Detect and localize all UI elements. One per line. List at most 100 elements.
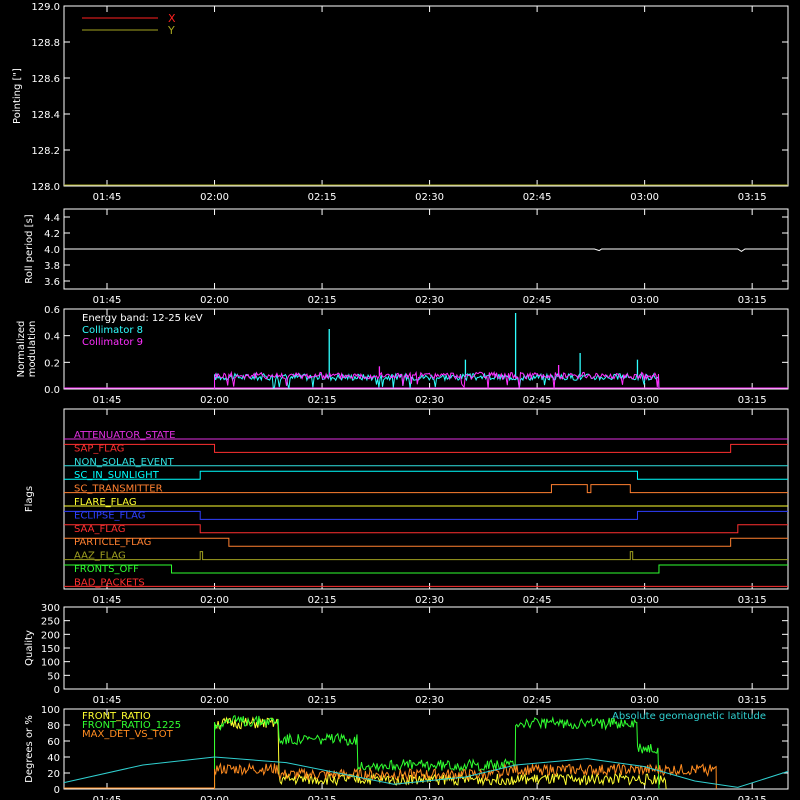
x-tick-label: 03:00 (630, 192, 659, 203)
flag-label: FLARE_FLAG (74, 497, 137, 508)
x-tick-label: 03:15 (738, 192, 767, 203)
y-tick-label: 129.0 (31, 2, 60, 13)
flag-line (64, 564, 788, 574)
flag-line (64, 551, 788, 561)
flag-line (64, 443, 788, 453)
y-tick-label: 0.4 (44, 332, 60, 343)
y-tick-label: 50 (47, 671, 60, 682)
roll-period-line (64, 248, 788, 253)
panel-modulation: 01:45 02:00 02:15 02:30 02:45 03:00 03:15 0.0 0.… (16, 305, 789, 406)
flag-line (64, 470, 788, 480)
y-tick-label: 4.4 (44, 213, 60, 224)
flag-label: ATTENUATOR_STATE (74, 430, 175, 441)
flag-label: SAA_FLAG (74, 524, 125, 535)
y-tick-label: 20 (47, 769, 60, 780)
y-tick-label: 250 (41, 617, 60, 628)
legend-label: Y (167, 24, 175, 37)
y-tick-label: 0.0 (44, 385, 60, 396)
x-tick-label: 02:00 (200, 395, 229, 406)
x-tick-label: 03:15 (738, 595, 767, 606)
x-tick-label: 02:45 (523, 695, 552, 706)
flag-label: FRONTS_OFF (74, 564, 139, 575)
panel-pointing: 01:45 02:00 02:15 02:30 02:45 03:00 03:15 128.0… (12, 2, 789, 203)
y-tick-label: 128.4 (31, 110, 60, 121)
y-tick-label: 128.6 (31, 74, 60, 85)
energy-band-label: Energy band: 12-25 keV (82, 313, 203, 324)
x-tick-label: 02:15 (308, 595, 337, 606)
y-tick-label: 200 (41, 630, 60, 641)
x-tick-label: 02:30 (415, 695, 444, 706)
x-tick-label: 02:15 (308, 795, 337, 800)
y-tick-label: 3.6 (44, 277, 60, 288)
x-tick-label: 01:45 (93, 295, 122, 306)
y-tick-label: 0.2 (44, 358, 60, 369)
flag-label: SC_IN_SUNLIGHT (74, 470, 160, 481)
y-tick-label: 60 (47, 737, 60, 748)
x-tick-label: 02:30 (415, 295, 444, 306)
x-tick-label: 02:30 (415, 595, 444, 606)
y-tick-label: 128.2 (31, 146, 60, 157)
y-axis-label: Normalized (16, 321, 27, 378)
y-tick-label: 100 (41, 658, 60, 669)
x-tick-label: 02:45 (523, 795, 552, 800)
telemetry-chart: 01:45 02:00 02:15 02:30 02:45 03:00 03:15 128.0… (12, 2, 789, 800)
x-tick-label: 03:15 (738, 695, 767, 706)
x-tick-label: 02:15 (308, 295, 337, 306)
y-axis-label: Pointing ["] (12, 68, 23, 124)
flag-label: BAD_PACKETS (74, 577, 145, 588)
x-tick-label: 02:00 (200, 795, 229, 800)
y-tick-label: 0 (54, 685, 60, 696)
x-tick-label: 03:00 (630, 795, 659, 800)
y-tick-label: 128.0 (31, 182, 60, 193)
x-tick-label: 01:45 (93, 395, 122, 406)
x-tick-label: 03:15 (738, 295, 767, 306)
x-tick-label: 02:30 (415, 192, 444, 203)
panel-flags: 01:45 02:00 02:15 02:30 02:45 03:00 03:15 Flags… (24, 408, 789, 606)
y-axis-label: Degrees or % (24, 715, 35, 783)
x-tick-label: 01:45 (93, 192, 122, 203)
y-tick-label: 4.0 (44, 245, 60, 256)
x-tick-label: 02:00 (200, 595, 229, 606)
y-tick-label: 0 (54, 785, 60, 796)
flag-label: PARTICLE_FLAG (74, 537, 151, 548)
panel-ratios: 01:45 02:00 02:15 02:30 02:45 03:00 03:15 0 20 40… (24, 705, 789, 800)
x-tick-label: 01:45 (93, 695, 122, 706)
x-tick-label: 02:30 (415, 395, 444, 406)
x-tick-label: 03:00 (630, 595, 659, 606)
flag-line (64, 537, 788, 547)
x-tick-label: 02:45 (523, 395, 552, 406)
x-tick-label: 03:00 (630, 695, 659, 706)
flag-label: AAZ_FLAG (74, 551, 126, 562)
x-tick-label: 02:15 (308, 695, 337, 706)
y-axis-label: Flags (24, 486, 35, 512)
x-tick-label: 01:45 (93, 795, 122, 800)
y-tick-label: 100 (41, 705, 60, 716)
legend-label: Collimator 9 (82, 337, 143, 348)
panel-frame (63, 606, 789, 690)
x-tick-label: 02:45 (523, 295, 552, 306)
x-tick-label: 01:45 (93, 595, 122, 606)
y-tick-label: 4.2 (44, 229, 60, 240)
y-tick-label: 3.8 (44, 261, 60, 272)
y-tick-label: 0.6 (44, 305, 60, 316)
panel-roll: 01:45 02:00 02:15 02:30 02:45 03:00 03:15 3.6 3.… (24, 208, 789, 306)
flag-label: ECLIPSE_FLAG (74, 510, 145, 521)
x-tick-label: 02:00 (200, 192, 229, 203)
x-tick-label: 02:15 (308, 395, 337, 406)
legend-label: Collimator 8 (82, 325, 143, 336)
x-tick-label: 02:00 (200, 695, 229, 706)
panel-quality: 01:45 02:00 02:15 02:30 02:45 03:00 03:15 0 50 10… (24, 603, 789, 706)
x-tick-label: 02:30 (415, 795, 444, 800)
x-tick-label: 02:00 (200, 295, 229, 306)
x-tick-label: 03:15 (738, 395, 767, 406)
x-tick-label: 02:45 (523, 192, 552, 203)
flag-label: NON_SOLAR_EVENT (74, 457, 175, 468)
flag-label: SC_TRANSMITTER (74, 484, 163, 495)
x-tick-label: 03:00 (630, 395, 659, 406)
y-tick-label: 300 (41, 603, 60, 614)
y-tick-label: 150 (41, 644, 60, 655)
y-axis-label: Quality (24, 630, 35, 666)
x-tick-label: 03:15 (738, 795, 767, 800)
y-axis-label: Roll period [s] (24, 214, 35, 283)
y-tick-label: 80 (47, 721, 60, 732)
